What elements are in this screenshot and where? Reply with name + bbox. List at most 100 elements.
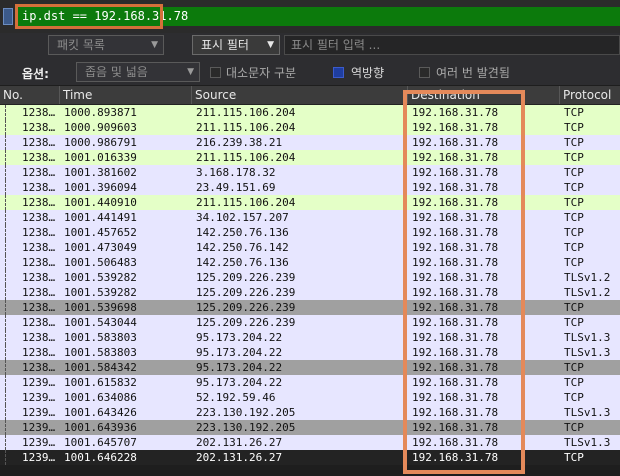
cell-no: 1238… [22, 121, 56, 134]
cell-destination: 192.168.31.78 [412, 361, 499, 374]
table-row[interactable]: 1238… 1001.440910 211.115.106.204 192.168.3… [0, 195, 620, 210]
table-row[interactable]: 1238… 1001.539282 125.209.226.239 192.168.3… [0, 270, 620, 285]
cell-time: 1001.583803 [64, 346, 137, 359]
table-row[interactable]: 1238… 1001.441491 34.102.157.207 192.168.31… [0, 210, 620, 225]
column-header-source[interactable]: Source [192, 86, 408, 104]
cell-protocol: TCP [564, 421, 584, 434]
related-packet-marker [5, 345, 7, 360]
cell-destination: 192.168.31.78 [412, 406, 499, 419]
table-row[interactable]: 1239… 1001.643936 223.130.192.205 192.168.3… [0, 420, 620, 435]
cell-no: 1238… [22, 211, 56, 224]
related-packet-marker [5, 180, 7, 195]
cell-protocol: TCP [564, 361, 584, 374]
cell-no: 1238… [22, 301, 56, 314]
table-row[interactable]: 1239… 1001.643426 223.130.192.205 192.168.3… [0, 405, 620, 420]
related-packet-marker [5, 150, 7, 165]
column-header-time[interactable]: Time [60, 86, 192, 104]
cell-source: 95.173.204.22 [196, 376, 283, 389]
table-row[interactable]: 1239… 1001.646228 202.131.26.27 192.168.31.… [0, 450, 620, 465]
table-row[interactable]: 1238… 1000.986791 216.239.38.21 192.168.31.… [0, 135, 620, 150]
table-row[interactable]: 1238… 1001.539698 125.209.226.239 192.168.3… [0, 300, 620, 315]
column-header-protocol[interactable]: Protocol [560, 86, 620, 104]
cell-no: 1239… [22, 406, 56, 419]
table-row[interactable]: 1238… 1001.473049 142.250.76.142 192.168.31… [0, 240, 620, 255]
cell-destination: 192.168.31.78 [412, 211, 499, 224]
cell-time: 1001.473049 [64, 241, 137, 254]
search-input[interactable]: 표시 필터 입력 ... [284, 35, 620, 55]
table-row[interactable]: 1238… 1001.539282 125.209.226.239 192.168.3… [0, 285, 620, 300]
column-header-destination[interactable]: Destination [408, 86, 560, 104]
table-row[interactable]: 1238… 1001.583803 95.173.204.22 192.168.31.… [0, 330, 620, 345]
cell-protocol: TLSv1.3 [564, 406, 611, 419]
related-packet-marker [5, 240, 7, 255]
cell-destination: 192.168.31.78 [412, 421, 499, 434]
cell-destination: 192.168.31.78 [412, 346, 499, 359]
cell-time: 1001.584342 [64, 361, 137, 374]
search-type-combo[interactable]: 표시 필터 ▼ [192, 35, 280, 55]
related-packet-marker [5, 120, 7, 135]
related-packet-marker [5, 405, 7, 420]
table-row[interactable]: 1238… 1001.584342 95.173.204.22 192.168.31.… [0, 360, 620, 375]
reverse-checkbox[interactable] [333, 67, 344, 78]
table-row[interactable]: 1239… 1001.645707 202.131.26.27 192.168.31.… [0, 435, 620, 450]
cell-no: 1238… [22, 346, 56, 359]
cell-no: 1239… [22, 376, 56, 389]
cell-time: 1001.634086 [64, 391, 137, 404]
cell-source: 142.250.76.136 [196, 256, 289, 269]
narrow-wide-combo-label: 좁음 및 넓음 [85, 65, 148, 79]
table-row[interactable]: 1238… 1001.016339 211.115.106.204 192.168.3… [0, 150, 620, 165]
table-row[interactable]: 1239… 1001.634086 52.192.59.46 192.168.31.7… [0, 390, 620, 405]
cell-source: 211.115.106.204 [196, 151, 296, 164]
cell-time: 1000.986791 [64, 136, 137, 149]
column-header-no[interactable]: No. [0, 86, 60, 104]
cell-time: 1001.441491 [64, 211, 137, 224]
cell-destination: 192.168.31.78 [412, 166, 499, 179]
cell-protocol: TLSv1.2 [564, 286, 611, 299]
table-row[interactable]: 1238… 1000.909603 211.115.106.204 192.168.3… [0, 120, 620, 135]
related-packet-marker [5, 270, 7, 285]
cell-no: 1238… [22, 316, 56, 329]
cell-protocol: TLSv1.2 [564, 271, 611, 284]
case-sensitive-checkbox[interactable] [210, 67, 221, 78]
cell-source: 3.168.178.32 [196, 166, 276, 179]
cell-destination: 192.168.31.78 [412, 301, 499, 314]
table-row[interactable]: 1238… 1001.506483 142.250.76.136 192.168.31… [0, 255, 620, 270]
table-row[interactable]: 1238… 1001.381602 3.168.178.32 192.168.31.7… [0, 165, 620, 180]
narrow-wide-combo[interactable]: 좁음 및 넓음 ▼ [76, 62, 200, 82]
bookmark-icon[interactable] [3, 8, 13, 25]
table-row[interactable]: 1239… 1001.615832 95.173.204.22 192.168.31.… [0, 375, 620, 390]
related-packet-marker [5, 375, 7, 390]
related-packet-marker [5, 195, 7, 210]
cell-protocol: TCP [564, 301, 584, 314]
cell-no: 1238… [22, 226, 56, 239]
cell-protocol: TCP [564, 136, 584, 149]
find-toolbar-row-1: 패킷 목록 ▼ 표시 필터 ▼ 표시 필터 입력 ... [0, 33, 620, 58]
cell-source: 95.173.204.22 [196, 361, 283, 374]
cell-protocol: TCP [564, 391, 584, 404]
cell-protocol: TCP [564, 166, 584, 179]
related-packet-marker [5, 225, 7, 240]
cell-time: 1001.457652 [64, 226, 137, 239]
table-row[interactable]: 1238… 1000.893871 211.115.106.204 192.168.3… [0, 105, 620, 120]
cell-time: 1001.645707 [64, 436, 137, 449]
cell-protocol: TCP [564, 121, 584, 134]
related-packet-marker [5, 435, 7, 450]
cell-destination: 192.168.31.78 [412, 181, 499, 194]
cell-no: 1238… [22, 136, 56, 149]
cell-protocol: TLSv1.3 [564, 346, 611, 359]
cell-no: 1238… [22, 271, 56, 284]
search-in-combo[interactable]: 패킷 목록 ▼ [48, 35, 164, 55]
table-row[interactable]: 1238… 1001.543044 125.209.226.239 192.168.3… [0, 315, 620, 330]
cell-no: 1239… [22, 451, 56, 464]
related-packet-marker [5, 165, 7, 180]
multiple-found-checkbox[interactable] [419, 67, 430, 78]
cell-destination: 192.168.31.78 [412, 316, 499, 329]
table-row[interactable]: 1238… 1001.457652 142.250.76.136 192.168.31… [0, 225, 620, 240]
cell-source: 23.49.151.69 [196, 181, 276, 194]
cell-protocol: TCP [564, 226, 584, 239]
cell-time: 1001.646228 [64, 451, 137, 464]
table-row[interactable]: 1238… 1001.396094 23.49.151.69 192.168.31.7… [0, 180, 620, 195]
table-row[interactable]: 1238… 1001.583803 95.173.204.22 192.168.31.… [0, 345, 620, 360]
cell-time: 1001.539698 [64, 301, 137, 314]
related-packet-marker [5, 450, 7, 465]
